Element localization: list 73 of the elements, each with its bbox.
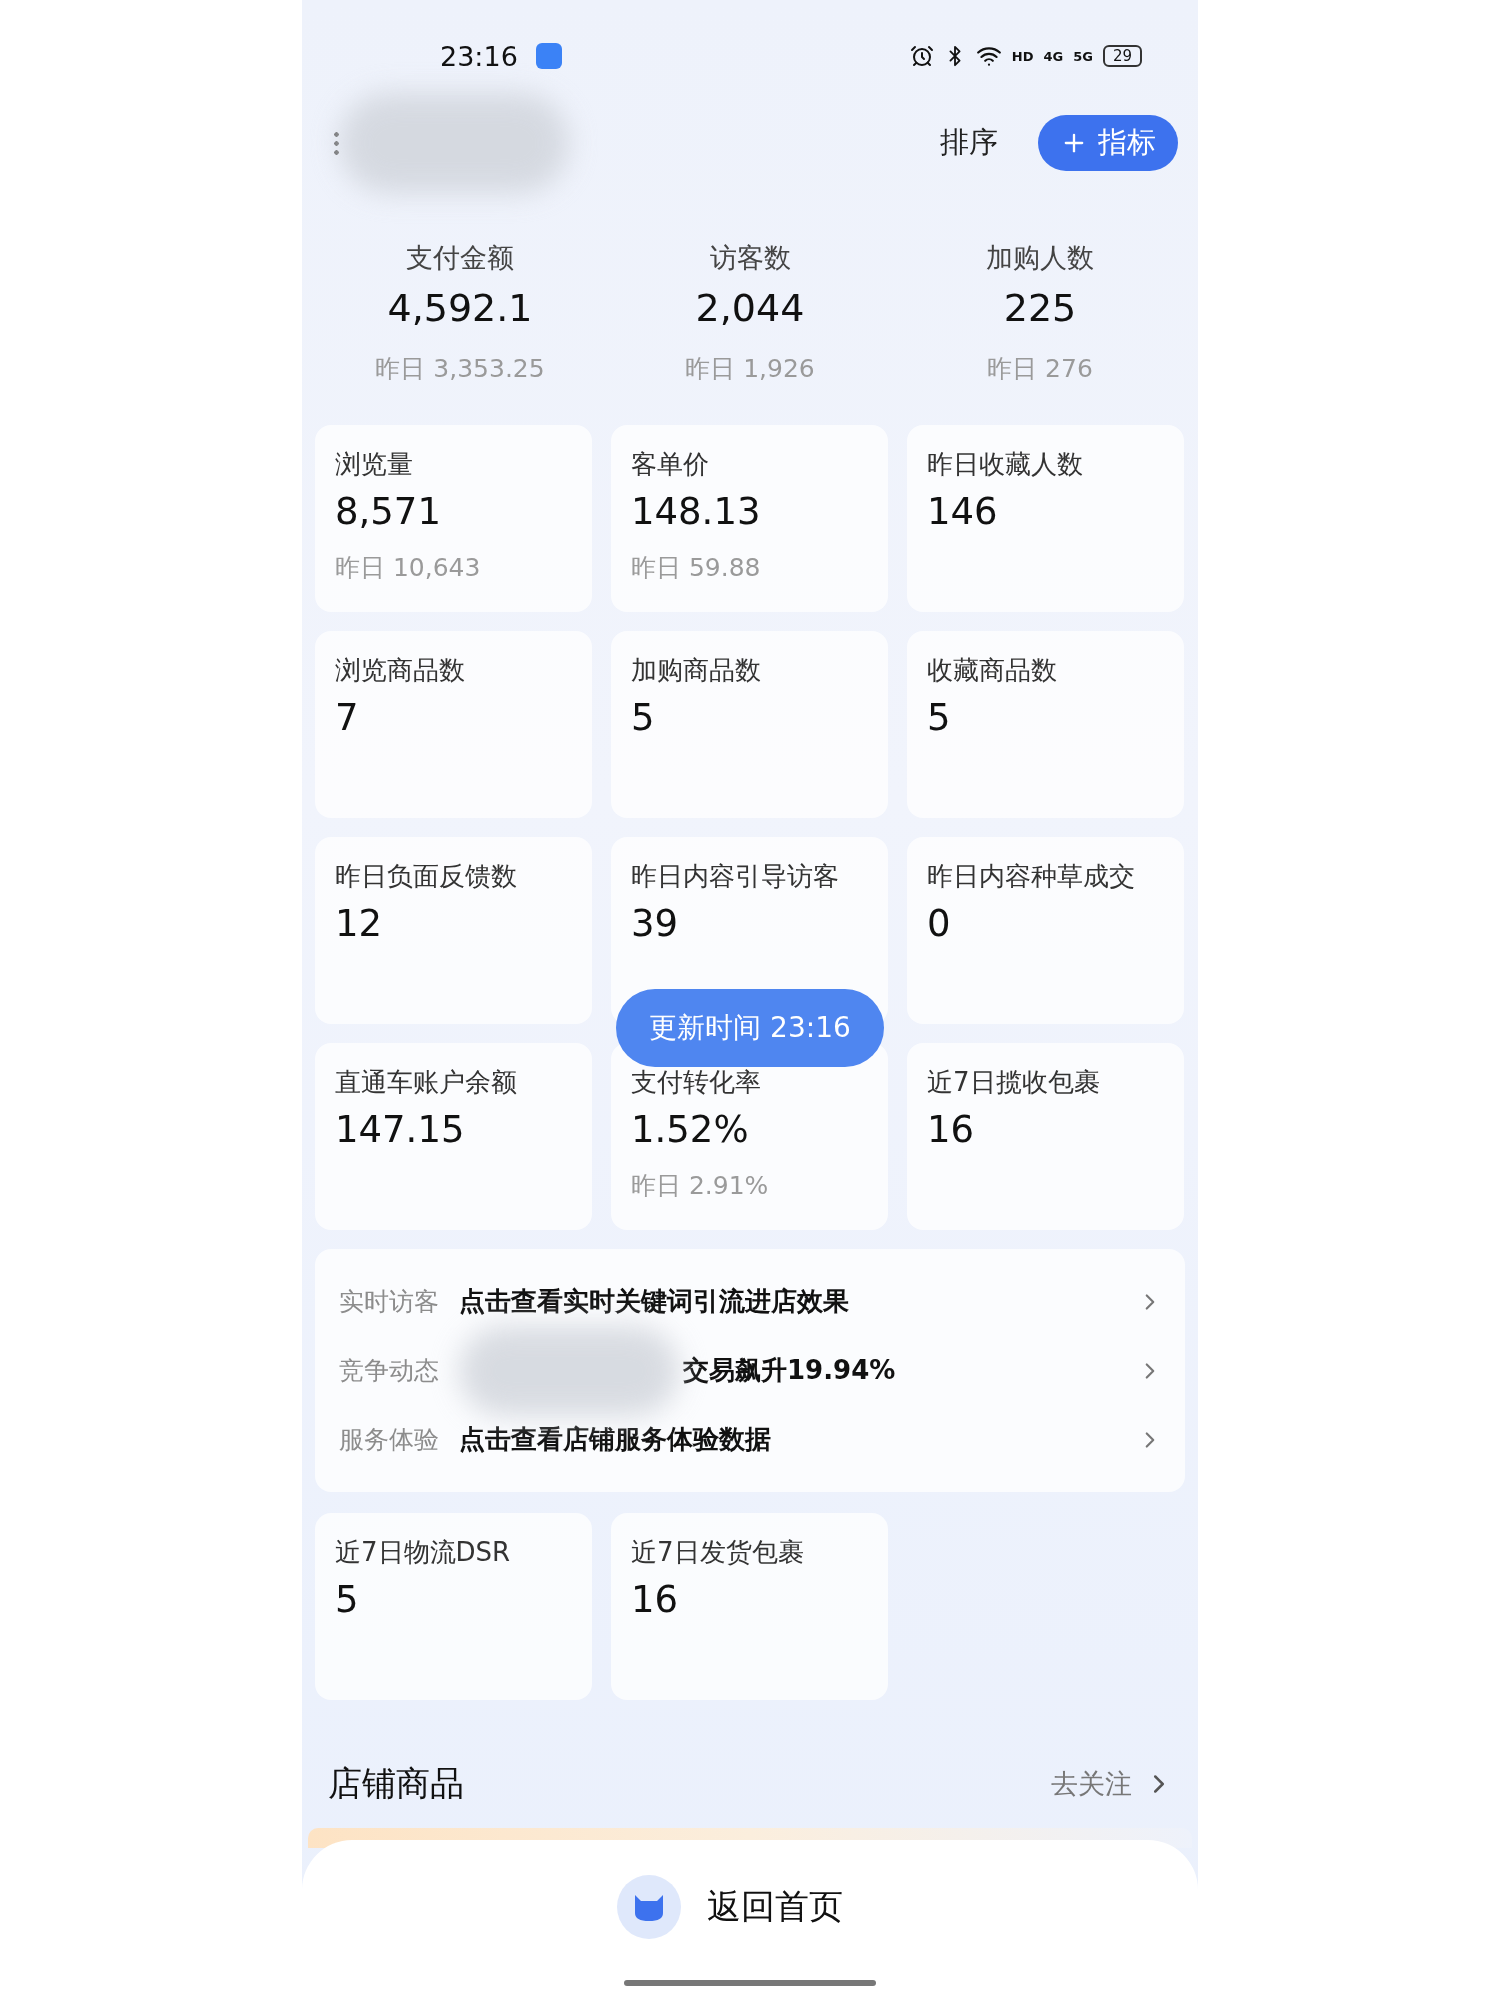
metric-card[interactable]: 昨日收藏人数 146: [907, 425, 1184, 612]
metric-label: 昨日内容种草成交: [927, 860, 1136, 893]
metric-value: 1.52%: [631, 1108, 750, 1151]
network-label: 5G: [1073, 48, 1093, 64]
metric-label: 近7日物流DSR: [335, 1536, 512, 1569]
follow-link[interactable]: 去关注: [1051, 1766, 1132, 1802]
add-metric-button[interactable]: 指标: [1038, 115, 1178, 171]
yesterday-value: 昨日 10,643: [335, 552, 482, 584]
metric-card[interactable]: 浏览商品数 7: [315, 631, 592, 818]
metric-value: 12: [335, 902, 384, 945]
metric-card[interactable]: 加购商品数 5: [611, 631, 888, 818]
network-label: HD: [1011, 48, 1034, 64]
metric-card[interactable]: 近7日揽收包裹 16: [907, 1043, 1184, 1230]
metric-label: 收藏商品数: [927, 654, 1058, 687]
yesterday-value: 昨日 1,926: [685, 353, 815, 385]
yesterday-value: 昨日 276: [987, 353, 1093, 385]
summary-value: 225: [1003, 286, 1077, 330]
metric-value: 16: [927, 1108, 976, 1151]
metric-value: 0: [927, 902, 952, 945]
metric-label: 近7日揽收包裹: [927, 1066, 1101, 1099]
more-icon[interactable]: [334, 130, 339, 156]
metric-card[interactable]: 近7日物流DSR 5: [315, 1513, 592, 1700]
insight-link[interactable]: 交易飙升19.94%: [683, 1353, 896, 1388]
sort-link[interactable]: 排序: [940, 123, 998, 163]
summary-label: 访客数: [709, 241, 791, 275]
insight-link[interactable]: 点击查看实时关键词引流进店效果: [459, 1284, 849, 1319]
metric-label: 昨日内容引导访客: [631, 860, 840, 893]
insight-link[interactable]: 点击查看店铺服务体验数据: [459, 1422, 771, 1457]
yesterday-value: 昨日 3,353.25: [375, 353, 545, 385]
insight-label: 实时访客: [339, 1286, 440, 1318]
metric-card[interactable]: 昨日内容种草成交 0: [907, 837, 1184, 1024]
update-time-toast: 更新时间 23:16: [616, 989, 884, 1067]
summary-label: 支付金额: [406, 241, 514, 275]
metric-card[interactable]: 近7日发货包裹 16: [611, 1513, 888, 1700]
metric-value: 16: [631, 1578, 680, 1621]
summary-label: 加购人数: [986, 241, 1094, 275]
metric-card[interactable]: 客单价 148.13 昨日 59.88: [611, 425, 888, 612]
insight-label: 服务体验: [339, 1424, 440, 1456]
metric-value: 5: [631, 696, 656, 739]
metric-label: 浏览商品数: [335, 654, 466, 687]
metric-label: 加购商品数: [631, 654, 762, 687]
metric-label: 浏览量: [335, 448, 414, 481]
metric-label: 支付转化率: [631, 1066, 762, 1099]
metric-label: 近7日发货包裹: [631, 1536, 805, 1569]
network-label: 4G: [1043, 48, 1064, 64]
metric-card[interactable]: 直通车账户余额 147.15: [315, 1043, 592, 1230]
home-mascot-icon[interactable]: [617, 1875, 681, 1939]
metric-card[interactable]: 昨日负面反馈数 12: [315, 837, 592, 1024]
insight-label: 竞争动态: [339, 1355, 440, 1387]
yesterday-value: 昨日 59.88: [631, 552, 762, 584]
metric-card[interactable]: 收藏商品数 5: [907, 631, 1184, 818]
summary-value: 2,044: [695, 286, 805, 330]
summary-value: 4,592.1: [387, 286, 533, 330]
metric-label: 客单价: [631, 448, 710, 481]
alarm-icon: [909, 44, 934, 68]
metric-value: 7: [335, 696, 360, 739]
metric-value: 5: [927, 696, 952, 739]
metric-card[interactable]: 浏览量 8,571 昨日 10,643: [315, 425, 592, 612]
status-time: 23:16: [440, 40, 518, 72]
metric-value: 148.13: [631, 490, 762, 533]
battery-level: 29: [1102, 45, 1142, 67]
app-badge-icon: [535, 43, 562, 69]
section-title: 店铺商品: [328, 1762, 464, 1805]
metric-value: 146: [927, 490, 999, 533]
metric-label: 昨日负面反馈数: [335, 860, 518, 893]
metric-label: 昨日收藏人数: [927, 448, 1084, 481]
metric-value: 147.15: [335, 1108, 466, 1151]
metric-value: 8,571: [335, 490, 442, 533]
metric-value: 5: [335, 1578, 360, 1621]
metric-value: 39: [631, 902, 680, 945]
metric-label: 直通车账户余额: [335, 1066, 518, 1099]
home-link[interactable]: 返回首页: [707, 1884, 843, 1930]
yesterday-value: 昨日 2.91%: [631, 1170, 770, 1202]
